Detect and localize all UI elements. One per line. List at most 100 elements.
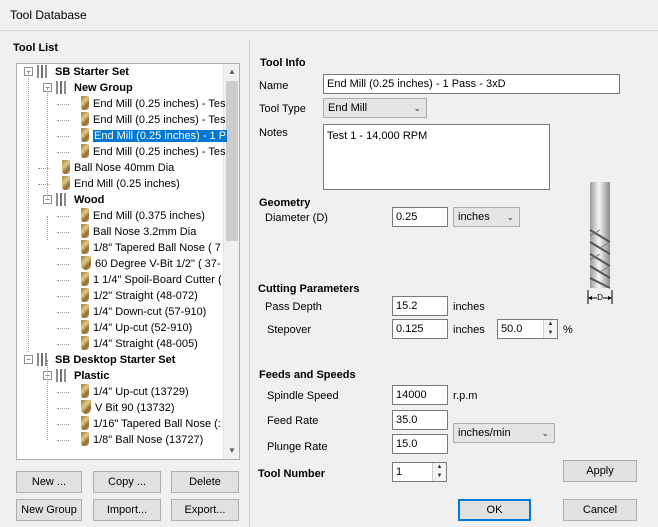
tree-group-row[interactable]: SB Desktop Starter Set	[37, 352, 175, 368]
tree-connector	[57, 264, 69, 265]
end-mill-tool-icon	[81, 288, 89, 302]
tree-tool-row[interactable]: End Mill (0.25 inches)	[62, 176, 180, 192]
tree-tool-row[interactable]: 1/4" Straight (48-005)	[81, 336, 198, 352]
diameter-units-select[interactable]: inches ⌄	[453, 207, 520, 227]
tree-connector	[57, 280, 69, 281]
scroll-down-icon[interactable]: ▼	[224, 443, 239, 459]
scroll-thumb[interactable]	[226, 81, 238, 241]
tool-number-label: Tool Number	[258, 468, 326, 480]
collapse-icon[interactable]: −	[24, 355, 33, 364]
tool-number-input[interactable]: 1 ▲ ▼	[392, 462, 447, 482]
tool-group-icon	[56, 369, 70, 382]
ok-button[interactable]: OK	[458, 499, 531, 521]
tree-tool-row[interactable]: 1/2" Straight (48-072)	[81, 288, 198, 304]
tree-connector	[57, 312, 69, 313]
tool-info-heading: Tool Info	[260, 57, 306, 69]
new-group-button[interactable]: New Group	[16, 499, 82, 521]
tree-connector	[57, 232, 69, 233]
tree-tool-row[interactable]: 1/4" Down-cut (57-910)	[81, 304, 206, 320]
apply-button[interactable]: Apply	[563, 460, 637, 482]
tree-connector	[57, 424, 69, 425]
tree-row-label: End Mill (0.25 inches) - 1 P	[93, 130, 228, 142]
tool-type-select[interactable]: End Mill ⌄	[323, 98, 427, 118]
tree-tool-row[interactable]: End Mill (0.25 inches) - Tes	[81, 96, 225, 112]
end-mill-tool-icon	[62, 176, 70, 190]
feed-rate-input[interactable]: 35.0	[392, 410, 448, 430]
diameter-label: Diameter (D)	[265, 212, 328, 224]
tree-tool-row[interactable]: Ball Nose 40mm Dia	[62, 160, 174, 176]
tool-group-icon	[37, 353, 51, 366]
vbit-tool-icon	[81, 256, 91, 270]
spindle-speed-input[interactable]: 14000	[392, 385, 448, 405]
tree-tool-row[interactable]: 1/8" Ball Nose (13727)	[81, 432, 203, 448]
notes-textarea[interactable]: Test 1 - 14,000 RPM	[323, 124, 550, 190]
tree-tool-row[interactable]: 1/8" Tapered Ball Nose ( 7	[81, 240, 221, 256]
panel-divider	[249, 40, 250, 527]
end-mill-tool-icon	[81, 96, 89, 110]
pass-depth-input[interactable]: 15.2	[392, 296, 448, 316]
end-mill-tool-icon	[81, 224, 89, 238]
new-tool-button[interactable]: New ...	[16, 471, 82, 493]
tree-connector	[57, 248, 69, 249]
end-mill-tool-icon	[81, 208, 89, 222]
tree-connector	[57, 296, 69, 297]
end-mill-tool-icon	[81, 112, 89, 126]
end-mill-preview-icon	[587, 182, 613, 304]
tree-row-label: 1/8" Ball Nose (13727)	[93, 434, 204, 446]
tree-tool-row[interactable]: 1/4" Up-cut (13729)	[81, 384, 189, 400]
import-button[interactable]: Import...	[93, 499, 161, 521]
diameter-input[interactable]: 0.25	[392, 207, 448, 227]
tree-row-label: End Mill (0.25 inches) - Tes	[93, 98, 226, 110]
tree-row-label: Wood	[74, 194, 105, 206]
tool-number-spinner[interactable]: ▲ ▼	[432, 463, 446, 481]
spin-up-icon[interactable]: ▲	[433, 463, 446, 472]
tree-tool-row[interactable]: End Mill (0.25 inches) - 1 P	[81, 128, 228, 144]
tree-row-label: SB Desktop Starter Set	[55, 354, 176, 366]
tree-tool-row[interactable]: 60 Degree V-Bit 1/2" ( 37-	[81, 256, 221, 272]
end-mill-tool-icon	[81, 384, 89, 398]
tree-row-label: Plastic	[74, 370, 110, 382]
tree-connector	[57, 392, 69, 393]
chevron-down-icon: ⌄	[506, 212, 514, 222]
delete-tool-button[interactable]: Delete	[171, 471, 239, 493]
tree-tool-row[interactable]: Ball Nose 3.2mm Dia	[81, 224, 196, 240]
stepover-percent-value: 50.0	[501, 323, 523, 335]
cancel-button[interactable]: Cancel	[563, 499, 637, 521]
tool-tree[interactable]: ▲ ▼ − SB Starter Set − New Group End Mill (0…	[16, 63, 240, 460]
tree-connector	[28, 72, 29, 352]
stepover-input[interactable]: 0.125	[392, 319, 448, 339]
spin-up-icon[interactable]: ▲	[544, 320, 557, 329]
tool-number-value: 1	[396, 466, 403, 478]
tree-group-row[interactable]: SB Starter Set	[37, 64, 129, 80]
tree-tool-row[interactable]: 1/4" Up-cut (52-910)	[81, 320, 192, 336]
window-title: Tool Database	[10, 8, 87, 22]
tool-type-label: Tool Type	[259, 103, 306, 115]
stepover-percent-spinner[interactable]: ▲ ▼	[543, 320, 557, 338]
plunge-rate-input[interactable]: 15.0	[392, 434, 448, 454]
title-divider	[0, 30, 658, 31]
tree-tool-row[interactable]: End Mill (0.25 inches) - Tes	[81, 144, 225, 160]
tree-group-row[interactable]: New Group	[56, 80, 133, 96]
notes-label: Notes	[259, 127, 288, 139]
end-mill-tool-icon	[81, 336, 89, 350]
rate-units-select[interactable]: inches/min ⌄	[453, 423, 555, 443]
tree-connector	[57, 216, 69, 217]
tree-connector	[57, 120, 69, 121]
spin-down-icon[interactable]: ▼	[544, 329, 557, 338]
tree-tool-row[interactable]: 1 1/4" Spoil-Board Cutter (	[81, 272, 222, 288]
copy-tool-button[interactable]: Copy ...	[93, 471, 161, 493]
name-label: Name	[259, 80, 289, 92]
end-mill-tool-icon	[81, 304, 89, 318]
scroll-up-icon[interactable]: ▲	[224, 64, 239, 80]
name-input[interactable]: End Mill (0.25 inches) - 1 Pass - 3xD	[323, 74, 620, 94]
tree-tool-row[interactable]: End Mill (0.25 inches) - Tes	[81, 112, 225, 128]
stepover-percent-input[interactable]: 50.0 ▲ ▼	[497, 319, 558, 339]
export-button[interactable]: Export...	[171, 499, 239, 521]
tree-group-row[interactable]: Plastic	[56, 368, 109, 384]
tree-tool-row[interactable]: V Bit 90 (13732)	[81, 400, 175, 416]
tree-tool-row[interactable]: 1/16" Tapered Ball Nose (:	[81, 416, 221, 432]
tree-connector	[57, 408, 69, 409]
spin-down-icon[interactable]: ▼	[433, 472, 446, 481]
tree-group-row[interactable]: Wood	[56, 192, 104, 208]
tree-tool-row[interactable]: End Mill (0.375 inches)	[81, 208, 205, 224]
